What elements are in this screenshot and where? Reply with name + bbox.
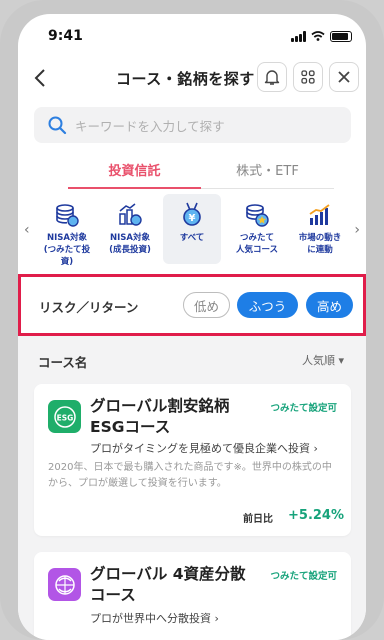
nisa-coin-stack-icon — [56, 204, 79, 227]
app-screen: 9:41 コース・銘柄を探す キーワードを入力して探す 投資信託 株式・ETF … — [18, 14, 366, 640]
grid-icon — [301, 70, 315, 84]
category-market-index[interactable]: 市場の動き に連動 — [291, 194, 349, 264]
risk-return-label: リスク／リターン — [39, 300, 139, 315]
sort-dropdown[interactable]: 人気順 ▾ — [302, 352, 344, 368]
growth-coins-icon — [119, 203, 142, 226]
battery-icon — [330, 30, 352, 42]
fund-card[interactable]: ESG グローバル割安銘柄 ESGコース つみたて設定可 プロがタイミングを見極… — [34, 384, 351, 536]
category-label: 市場の動き に連動 — [298, 233, 342, 255]
category-popular-tsumitate[interactable]: つみたて 人気コース — [228, 194, 286, 264]
esg-globe-icon: ESG — [48, 400, 81, 433]
tab-investment-trust[interactable]: 投資信託 — [68, 154, 201, 189]
popular-coins-star-icon — [246, 204, 269, 227]
fund-tagline: プロが世界中へ分散投資 › — [90, 610, 219, 626]
status-icons — [291, 30, 352, 42]
fund-name: グローバル 4資産分散 コース — [90, 565, 246, 604]
list-header: コース名 人気順 ▾ — [38, 352, 344, 372]
carousel-left-arrow-icon[interactable]: ‹ — [24, 222, 30, 238]
category-label: NISA対象 (成長投資) — [109, 233, 151, 255]
svg-text:ESG: ESG — [56, 413, 73, 422]
risk-low-button[interactable]: 低め — [183, 292, 230, 318]
list-title: コース名 — [38, 355, 88, 370]
tsumitate-badge: つみたて設定可 — [270, 571, 337, 582]
close-button[interactable] — [329, 62, 359, 92]
signal-icon — [291, 30, 306, 42]
category-carousel: ‹ › NISA対象 (つみたて投資) NISA対象 (成長投資) ¥ すべて … — [18, 192, 366, 270]
caret-down-icon: ▾ — [338, 354, 344, 367]
fund-tagline-text: プロがタイミングを見極めて優良企業へ投資 — [90, 442, 310, 455]
change-label: 前日比 — [243, 514, 273, 525]
close-icon — [338, 71, 350, 83]
fund-card[interactable]: グローバル 4資産分散 コース つみたて設定可 プロが世界中へ分散投資 › — [34, 552, 351, 640]
fund-description: 2020年、日本で最も購入された商品です※。世界中の株式の中から、プロが厳選して… — [48, 462, 332, 489]
category-nisa-tsumitate[interactable]: NISA対象 (つみたて投資) — [38, 194, 96, 267]
bell-icon — [264, 70, 280, 85]
tsumitate-badge: つみたて設定可 — [270, 403, 337, 414]
category-all[interactable]: ¥ すべて — [163, 194, 221, 264]
page-title: コース・銘柄を探す — [116, 70, 255, 88]
risk-return-filter: リスク／リターン 低め ふつう 高め — [18, 274, 366, 336]
chevron-right-icon: › — [211, 612, 219, 625]
search-placeholder: キーワードを入力して探す — [75, 118, 225, 134]
phone-frame: 9:41 コース・銘柄を探す キーワードを入力して探す 投資信託 株式・ETF … — [0, 0, 384, 640]
wifi-icon — [311, 31, 325, 41]
notification-bell-button[interactable] — [257, 62, 287, 92]
risk-medium-button[interactable]: ふつう — [237, 292, 298, 318]
svg-text:¥: ¥ — [189, 213, 196, 224]
carousel-right-arrow-icon[interactable]: › — [354, 222, 360, 238]
fund-tagline: プロがタイミングを見極めて優良企業へ投資 › — [90, 440, 318, 456]
tab-stock-etf[interactable]: 株式・ETF — [201, 154, 334, 188]
chevron-right-icon: › — [310, 442, 318, 455]
change-value: +5.24% — [288, 508, 344, 523]
sort-label: 人気順 — [301, 354, 335, 367]
market-bar-chart-icon — [309, 204, 330, 225]
risk-high-button[interactable]: 高め — [306, 292, 353, 318]
category-nisa-growth[interactable]: NISA対象 (成長投資) — [101, 194, 159, 264]
fund-tagline-text: プロが世界中へ分散投資 — [90, 612, 211, 625]
search-input[interactable]: キーワードを入力して探す — [34, 107, 351, 143]
status-bar: 9:41 — [18, 28, 366, 50]
menu-grid-button[interactable] — [293, 62, 323, 92]
header: コース・銘柄を探す — [18, 62, 366, 94]
status-time: 9:41 — [48, 28, 83, 44]
back-chevron-icon[interactable] — [28, 64, 52, 92]
fund-name: グローバル割安銘柄 ESGコース — [90, 397, 230, 436]
category-label: つみたて 人気コース — [235, 233, 279, 255]
category-label: すべて — [179, 233, 205, 243]
category-label: NISA対象 (つみたて投資) — [43, 233, 91, 267]
tab-bar: 投資信託 株式・ETF — [68, 154, 334, 189]
search-icon — [48, 116, 67, 135]
globe-arrows-icon — [48, 568, 81, 601]
yen-medal-icon: ¥ — [183, 202, 201, 226]
